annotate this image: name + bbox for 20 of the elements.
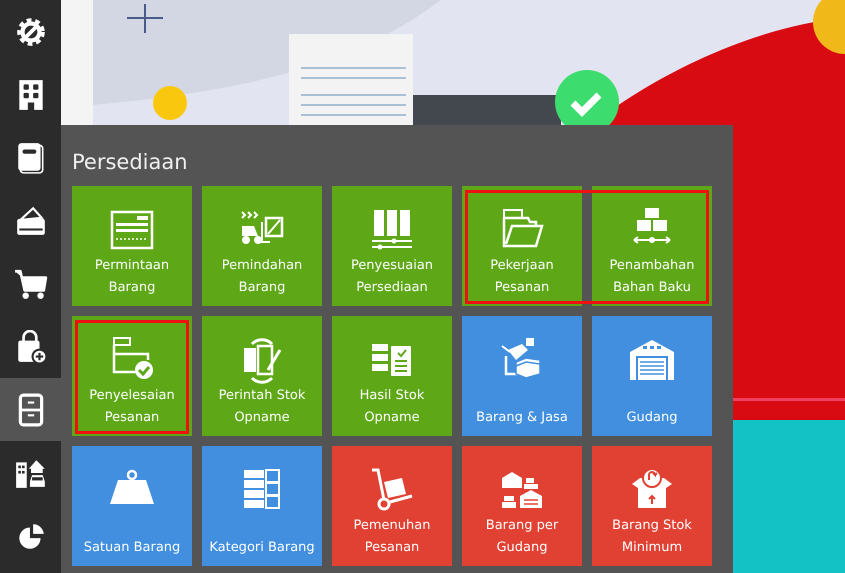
menu-tile[interactable]: Penambahan Bahan Baku bbox=[592, 186, 712, 306]
menu-tile[interactable]: Barang Stok Minimum bbox=[592, 446, 712, 566]
menu-tile[interactable]: Penyelesaian Pesanan bbox=[72, 316, 192, 436]
menu-tile[interactable]: Barang & Jasa bbox=[462, 316, 582, 436]
menu-tile[interactable]: Pemenuhan Pesanan bbox=[332, 446, 452, 566]
menu-tile[interactable]: Gudang bbox=[592, 316, 712, 436]
menu-tile[interactable]: Pekerjaan Pesanan bbox=[462, 186, 582, 306]
menu-tile[interactable]: Kategori Barang bbox=[202, 446, 322, 566]
menu-tile[interactable]: Perintah Stok Opname bbox=[202, 316, 322, 436]
sidebar-item[interactable] bbox=[0, 378, 61, 441]
dot-decoration bbox=[153, 86, 187, 120]
menu-tile[interactable]: Penyesuaian Persediaan bbox=[332, 186, 452, 306]
menu-tile[interactable]: Satuan Barang bbox=[72, 446, 192, 566]
menu-tile[interactable]: Hasil Stok Opname bbox=[332, 316, 452, 436]
menu-tile[interactable]: Pemindahan Barang bbox=[202, 186, 322, 306]
menu-tile[interactable]: Barang per Gudang bbox=[462, 446, 582, 566]
menu-tile[interactable]: Permintaan Barang bbox=[72, 186, 192, 306]
circle-decoration bbox=[813, 0, 845, 54]
crosshair-icon bbox=[126, 3, 164, 34]
panel-title: Persediaan bbox=[72, 149, 189, 176]
